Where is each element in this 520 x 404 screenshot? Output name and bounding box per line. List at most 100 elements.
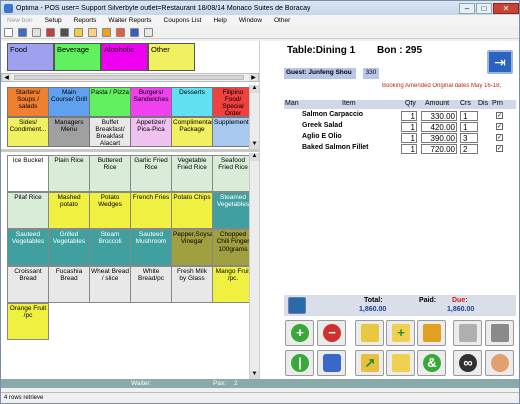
scroll-up-icon[interactable]: ▲ <box>250 85 259 93</box>
add-item-button[interactable]: + <box>285 320 314 346</box>
print-icon[interactable] <box>32 27 41 37</box>
coins-button[interactable] <box>417 320 446 346</box>
subcategory-desserts[interactable]: Desserts <box>171 87 213 117</box>
qty-field[interactable]: 1 <box>401 133 417 143</box>
item-sauteed-vegetables[interactable]: Sauteed Vegetables <box>7 229 49 266</box>
item-fresh-milk-by-glass[interactable]: Fresh Milk by Glass <box>171 266 213 303</box>
scroll-thumb[interactable] <box>14 75 244 80</box>
amount-field[interactable]: 420.00 <box>421 122 457 132</box>
search-button[interactable]: ∞ <box>453 350 482 376</box>
move-folder-button[interactable]: ↗ <box>355 350 384 376</box>
user-icon[interactable] <box>116 27 125 37</box>
amount-field[interactable]: 390.00 <box>421 133 457 143</box>
subcategory-complimentary-package[interactable]: Complimentary Package <box>171 117 213 147</box>
print-checkbox[interactable]: ✓ <box>496 134 503 141</box>
globe-button[interactable] <box>288 297 306 314</box>
subcategory-main-course-grill[interactable]: Main Course/ Grill <box>48 87 90 117</box>
category-scrollbar[interactable]: ◀ ▶ <box>1 73 259 82</box>
item-wheat-bread-slice[interactable]: Wheat Bread / slice <box>89 266 131 303</box>
receipt-button[interactable] <box>355 320 384 346</box>
scroll-up-icon[interactable]: ▲ <box>250 153 259 161</box>
window-icon[interactable] <box>144 27 153 37</box>
subcategory-starters-soups-salads[interactable]: Starters/ Soups / salads <box>7 87 49 117</box>
minimize-button[interactable]: – <box>459 2 475 14</box>
save-icon[interactable] <box>18 27 27 37</box>
item-mashed-potato[interactable]: Mashed potato <box>48 192 90 229</box>
print-checkbox[interactable]: ✓ <box>496 123 503 130</box>
new-document-icon[interactable] <box>4 27 13 37</box>
item-seafood-fried-rice[interactable]: Seafood Fried Rice <box>212 155 254 192</box>
course-field[interactable]: 2 <box>460 144 478 154</box>
split-bill-button[interactable] <box>386 350 415 376</box>
item-croissant-bread[interactable]: Croissant Bread <box>7 266 49 303</box>
order-line[interactable]: Aglio E Olio 1 390.00 3 ✓ <box>284 133 516 143</box>
menu-window[interactable]: Window <box>233 17 268 24</box>
item-pilaf-rice[interactable]: Pilaf Rice <box>7 192 49 229</box>
amount-field[interactable]: 720.00 <box>421 144 457 154</box>
category-beverage[interactable]: Beverage <box>54 43 101 71</box>
coins-icon[interactable] <box>102 27 111 37</box>
exit-button[interactable]: ⇥ <box>487 50 513 74</box>
subcategory-sides-condiment[interactable]: Sides/ Condiment... <box>7 117 49 147</box>
menu-new-bon[interactable]: New bon <box>1 17 39 24</box>
merge-button[interactable]: & <box>417 350 446 376</box>
amount-field[interactable]: 330.00 <box>421 111 457 121</box>
item-chopped-chili-finger-100grams[interactable]: Chopped Chili Finger 100grams <box>212 229 254 266</box>
subcategory-burgers-sandwiches[interactable]: Burgers/ Sandwiches <box>130 87 172 117</box>
category-other[interactable]: Other <box>148 43 195 71</box>
item-white-bread-pc[interactable]: White Bread/pc <box>130 266 172 303</box>
menu-coupons-list[interactable]: Coupons List <box>158 17 208 24</box>
calculator-icon[interactable] <box>60 27 69 37</box>
subcategory-pasta-pizza[interactable]: Pasta / Pizza <box>89 87 131 117</box>
calculator-button[interactable] <box>453 320 482 346</box>
add-note-button[interactable]: + <box>386 320 415 346</box>
item-grilled-vegetables[interactable]: Grilled Vegetables <box>48 229 90 266</box>
maximize-button[interactable]: □ <box>476 2 492 14</box>
item-steamed-vegetables[interactable]: Steamed Vegetables <box>212 192 254 229</box>
menu-waiter-reports[interactable]: Waiter Reports <box>102 17 157 24</box>
menu-other[interactable]: Other <box>268 17 296 24</box>
waiter-button[interactable] <box>485 350 514 376</box>
category-food[interactable]: Food <box>7 43 54 71</box>
item-potato-chips[interactable]: Potato Chips <box>171 192 213 229</box>
menu-help[interactable]: Help <box>207 17 232 24</box>
scroll-right-icon[interactable]: ▶ <box>249 74 258 81</box>
order-line[interactable]: Salmon Carpaccio 1 330.00 1 ✓ <box>284 111 516 121</box>
print-checkbox[interactable]: ✓ <box>496 112 503 119</box>
print-button[interactable] <box>485 320 514 346</box>
course-field[interactable]: 1 <box>460 122 478 132</box>
item-scrollbar[interactable]: ▲ ▼ <box>249 153 259 379</box>
item-steam-broccoli[interactable]: Steam Broccoli <box>89 229 131 266</box>
close-button[interactable]: ✕ <box>493 2 519 14</box>
item-plain-rice[interactable]: Plain Rice <box>48 155 90 192</box>
eraser-button[interactable] <box>317 350 346 376</box>
info-button[interactable]: | <box>285 350 314 376</box>
qty-field[interactable]: 1 <box>401 111 417 121</box>
menu-setup[interactable]: Setup <box>39 17 68 24</box>
item-buttered-rice[interactable]: Buttered Rice <box>89 155 131 192</box>
print-checkbox[interactable]: ✓ <box>496 145 503 152</box>
category-alcoholic[interactable]: Alcoholic <box>101 43 148 71</box>
scroll-down-icon[interactable]: ▼ <box>250 141 259 149</box>
subcategory-buffet-breakfast-breakfast-alacart-menu[interactable]: Buffet Breakfast/ Breakfast Alacart Menu <box>89 117 131 147</box>
scroll-down-icon[interactable]: ▼ <box>250 371 259 379</box>
item-mango-fruit-pc[interactable]: Mango Fruit /pc. <box>212 266 254 303</box>
folder-icon[interactable] <box>74 27 83 37</box>
item-ice-bucket[interactable]: Ice Bucket <box>7 155 49 192</box>
scroll-left-icon[interactable]: ◀ <box>2 74 11 81</box>
subcategory-appetizer-pica-pica[interactable]: Appetizer/ Pica-Pica <box>130 117 172 147</box>
order-line[interactable]: Greek Salad 1 420.00 1 ✓ <box>284 122 516 132</box>
item-sauteed-mushroom[interactable]: Sauteed Mushroom <box>130 229 172 266</box>
qty-field[interactable]: 1 <box>401 122 417 132</box>
item-vegetable-fried-rice[interactable]: Vegetable Fried Rice <box>171 155 213 192</box>
item-garlic-fried-rice[interactable]: Garlic Fried Rice <box>130 155 172 192</box>
item-pepper-soysa-vinegar[interactable]: Pepper,Soysa Vinegar <box>171 229 213 266</box>
qty-field[interactable]: 1 <box>401 144 417 154</box>
order-line[interactable]: Baked Salmon Fillet 1 720.00 2 ✓ <box>284 144 516 154</box>
subcategory-supplements[interactable]: Supplements <box>212 117 254 147</box>
subcategory-managers-menu[interactable]: Managers Menu <box>48 117 90 147</box>
item-fucashia-bread[interactable]: Fucashia Bread <box>48 266 90 303</box>
menu-reports[interactable]: Reports <box>68 17 103 24</box>
note-icon[interactable] <box>88 27 97 37</box>
subcategory-filipino-food-special-order[interactable]: Filipino Food/ Special Order <box>212 87 254 117</box>
